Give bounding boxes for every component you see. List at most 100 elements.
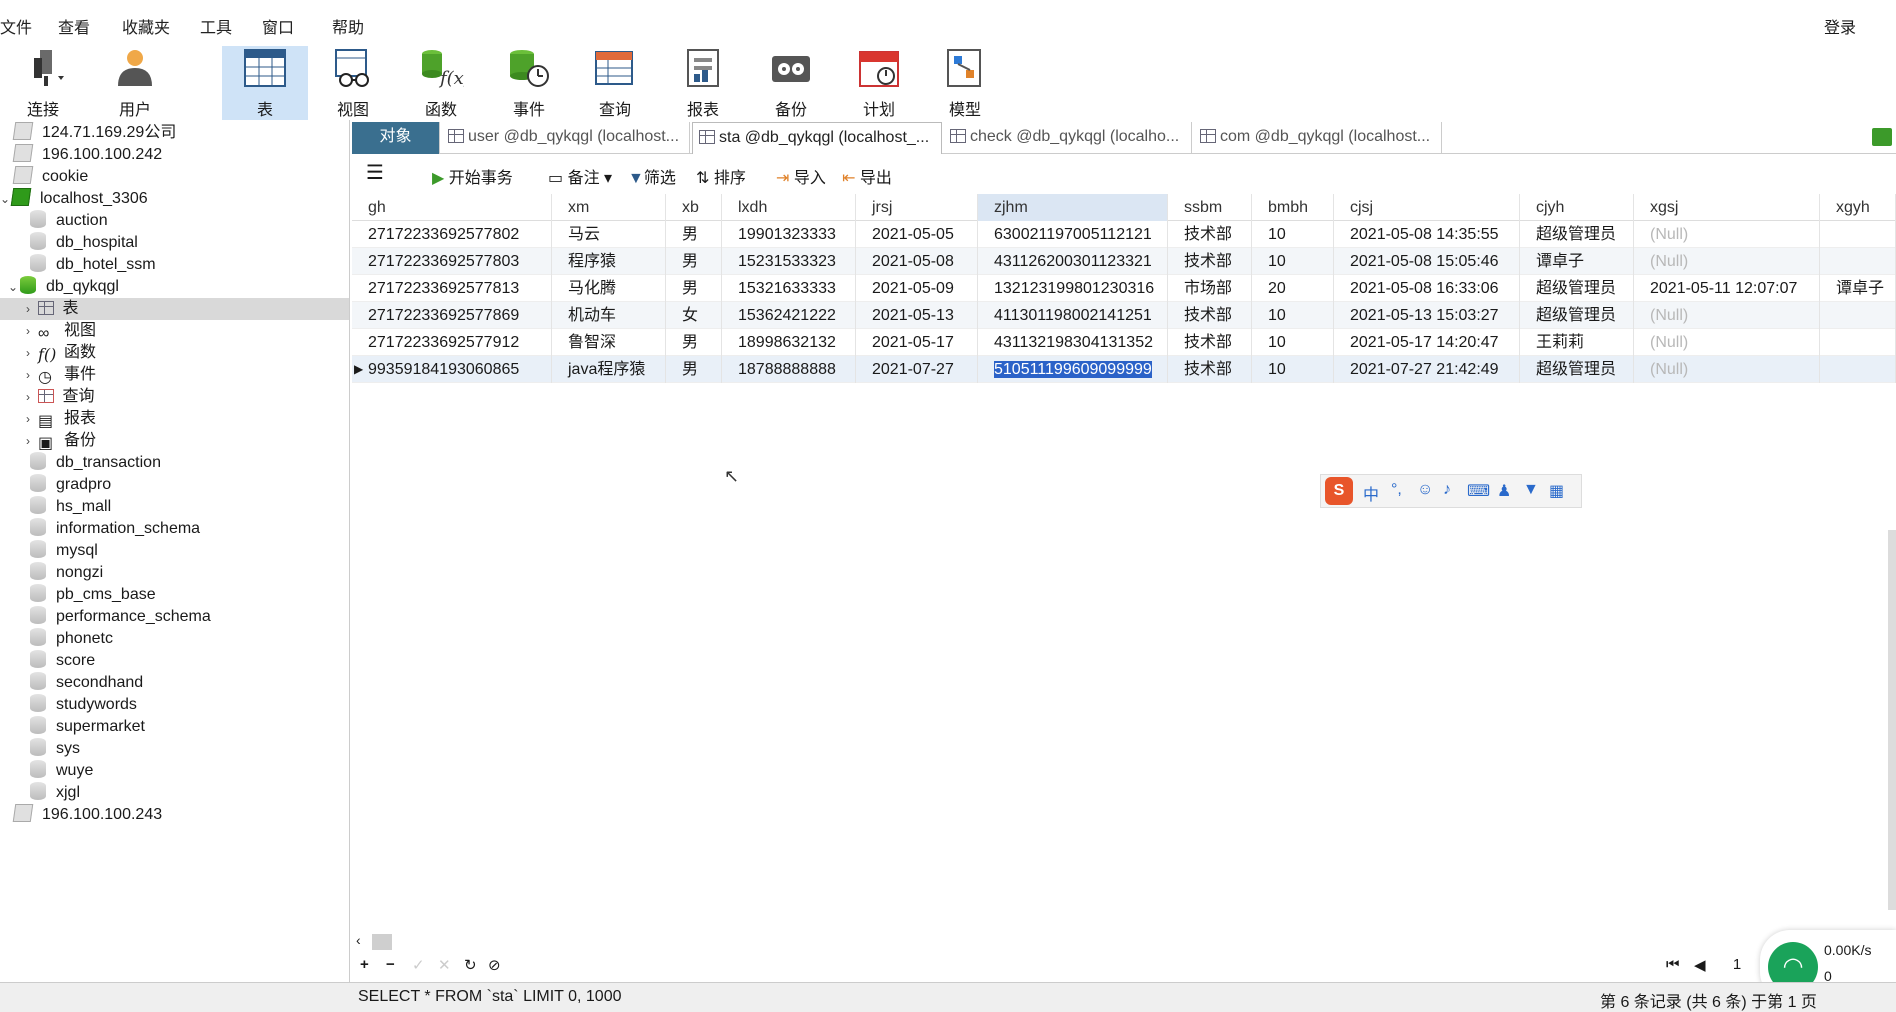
cell[interactable]: 超级管理员 bbox=[1520, 275, 1634, 302]
cell[interactable]: (Null) bbox=[1634, 248, 1820, 275]
menu-view[interactable]: 查看 bbox=[58, 14, 90, 38]
cell[interactable]: 10 bbox=[1252, 221, 1334, 248]
column-header[interactable]: xgsj bbox=[1634, 194, 1820, 221]
cell[interactable]: (Null) bbox=[1634, 302, 1820, 329]
cell[interactable]: 谭卓子 bbox=[1820, 275, 1896, 302]
cell[interactable] bbox=[1820, 356, 1896, 383]
tab-check[interactable]: check @db_qykqgl (localho... bbox=[944, 122, 1192, 154]
cell[interactable]: 10 bbox=[1252, 302, 1334, 329]
function-button[interactable]: f(x) 函数 bbox=[398, 46, 484, 120]
tree-item-db[interactable]: db_transaction bbox=[30, 452, 161, 474]
column-header[interactable]: cjsj bbox=[1334, 194, 1520, 221]
view-button[interactable]: 视图 bbox=[310, 46, 396, 120]
tree-item-backups[interactable]: › ▣ 备份 bbox=[26, 430, 96, 452]
tree-item-reports[interactable]: › ▤ 报表 bbox=[26, 408, 96, 430]
cell[interactable]: 2021-05-05 bbox=[856, 221, 978, 248]
tab-user[interactable]: user @db_qykqgl (localhost... bbox=[442, 122, 690, 154]
tree-item-db[interactable]: performance_schema bbox=[30, 606, 211, 628]
chevron-right-icon[interactable]: › bbox=[26, 298, 38, 320]
cell[interactable]: 男 bbox=[666, 275, 722, 302]
cell[interactable]: (Null) bbox=[1634, 221, 1820, 248]
cell[interactable]: 15362421222 bbox=[722, 302, 856, 329]
schedule-button[interactable]: 计划 bbox=[836, 46, 922, 120]
cell[interactable]: 27172233692577912 bbox=[352, 329, 552, 356]
cell[interactable]: 431132198304131352 bbox=[978, 329, 1168, 356]
cell[interactable]: 2021-05-08 bbox=[856, 248, 978, 275]
user-icon[interactable]: ♟ bbox=[1497, 481, 1511, 501]
sort-button[interactable]: ⇅ 排序 bbox=[696, 164, 746, 188]
begin-transaction-button[interactable]: ▶ 开始事务 bbox=[432, 164, 513, 188]
note-button[interactable]: ▭ 备注 ▾ bbox=[548, 164, 612, 188]
vertical-scrollbar[interactable] bbox=[1888, 530, 1896, 910]
column-header[interactable]: xgyh bbox=[1820, 194, 1896, 221]
cell[interactable]: 技术部 bbox=[1168, 248, 1252, 275]
tree-item-tables[interactable]: › 表 bbox=[0, 298, 349, 320]
tree-item-events[interactable]: › ◷ 事件 bbox=[26, 364, 96, 386]
sogou-logo-icon[interactable]: S bbox=[1325, 477, 1353, 505]
cell[interactable]: 男 bbox=[666, 221, 722, 248]
tree-item-db[interactable]: db_hospital bbox=[30, 232, 138, 254]
event-button[interactable]: 事件 bbox=[486, 46, 572, 120]
tab-objects[interactable]: 对象 bbox=[352, 122, 440, 154]
tree-item-localhost[interactable]: ⌄ localhost_3306 bbox=[0, 188, 148, 210]
cell[interactable]: 技术部 bbox=[1168, 356, 1252, 383]
cell[interactable]: 马化腾 bbox=[552, 275, 666, 302]
cell[interactable]: 技术部 bbox=[1168, 302, 1252, 329]
tree-item-queries[interactable]: › 查询 bbox=[26, 386, 94, 408]
cell[interactable]: 男 bbox=[666, 356, 722, 383]
cell[interactable]: 27172233692577803 bbox=[352, 248, 552, 275]
import-button[interactable]: ⇥ 导入 bbox=[776, 164, 826, 188]
table-row[interactable]: 27172233692577813 马化腾 男 15321633333 2021… bbox=[352, 275, 1896, 302]
tree-item-db[interactable]: auction bbox=[30, 210, 108, 232]
cell[interactable]: 马云 bbox=[552, 221, 666, 248]
cell[interactable]: 2021-05-08 14:35:55 bbox=[1334, 221, 1520, 248]
cell[interactable]: 20 bbox=[1252, 275, 1334, 302]
cell[interactable]: 2021-07-27 21:42:49 bbox=[1334, 356, 1520, 383]
tree-item-db[interactable]: gradpro bbox=[30, 474, 111, 496]
microphone-icon[interactable]: ♪ bbox=[1443, 481, 1451, 499]
tree-item-views[interactable]: › ∞ 视图 bbox=[26, 320, 96, 342]
export-button[interactable]: ⇤ 导出 bbox=[842, 164, 892, 188]
cell[interactable]: 132123199801230316 bbox=[978, 275, 1168, 302]
cell[interactable]: 10 bbox=[1252, 248, 1334, 275]
cell[interactable]: 程序猿 bbox=[552, 248, 666, 275]
prev-page-icon[interactable]: ◀ bbox=[1694, 956, 1706, 974]
cell[interactable]: 2021-05-17 bbox=[856, 329, 978, 356]
menu-tools[interactable]: 工具 bbox=[200, 14, 232, 38]
connect-button[interactable]: 连接 bbox=[0, 46, 86, 120]
cell[interactable]: 男 bbox=[666, 329, 722, 356]
tree-item-server-124[interactable]: 124.71.169.29公司 bbox=[12, 122, 176, 144]
tree-item-server-243[interactable]: 196.100.100.243 bbox=[12, 804, 162, 826]
chevron-right-icon[interactable]: › bbox=[26, 430, 38, 452]
menu-help[interactable]: 帮助 bbox=[332, 14, 364, 38]
ime-lang-toggle[interactable]: 中 bbox=[1363, 481, 1379, 505]
tree-item-db[interactable]: db_hotel_ssm bbox=[30, 254, 156, 276]
menu-favorites[interactable]: 收藏夹 bbox=[122, 14, 170, 38]
tab-sta[interactable]: sta @db_qykqgl (localhost_... bbox=[692, 122, 942, 154]
tree-item-server-242[interactable]: 196.100.100.242 bbox=[12, 144, 162, 166]
tree-item-db[interactable]: mysql bbox=[30, 540, 98, 562]
login-button[interactable]: 登录 bbox=[1824, 14, 1856, 38]
skin-shirt-icon[interactable]: ▼ bbox=[1523, 481, 1539, 499]
tab-com[interactable]: com @db_qykqgl (localhost... bbox=[1194, 122, 1442, 154]
cell[interactable]: java程序猿 bbox=[552, 356, 666, 383]
cell[interactable] bbox=[1820, 329, 1896, 356]
cell[interactable]: 女 bbox=[666, 302, 722, 329]
add-record-icon[interactable]: + bbox=[360, 956, 369, 973]
cell[interactable] bbox=[1820, 248, 1896, 275]
table-row[interactable]: 27172233692577869 机动车 女 15362421222 2021… bbox=[352, 302, 1896, 329]
tree-item-db[interactable]: score bbox=[30, 650, 95, 672]
apply-changes-icon[interactable]: ✓ bbox=[412, 956, 425, 974]
table-row[interactable]: ▶ 99359184193060865 java程序猿 男 1878888888… bbox=[352, 356, 1896, 383]
tree-item-db[interactable]: secondhand bbox=[30, 672, 143, 694]
scroll-thumb[interactable] bbox=[372, 934, 392, 950]
hamburger-menu-icon[interactable]: ☰ bbox=[366, 160, 384, 185]
cell[interactable]: 谭卓子 bbox=[1520, 248, 1634, 275]
filter-button[interactable]: ▼筛选 bbox=[628, 164, 676, 188]
delete-record-icon[interactable]: − bbox=[386, 956, 395, 973]
cell[interactable]: 2021-05-09 bbox=[856, 275, 978, 302]
chevron-right-icon[interactable]: › bbox=[26, 342, 38, 364]
chevron-right-icon[interactable]: › bbox=[26, 364, 38, 386]
page-number-input[interactable]: 1 bbox=[1726, 956, 1748, 973]
cell[interactable]: 27172233692577869 bbox=[352, 302, 552, 329]
